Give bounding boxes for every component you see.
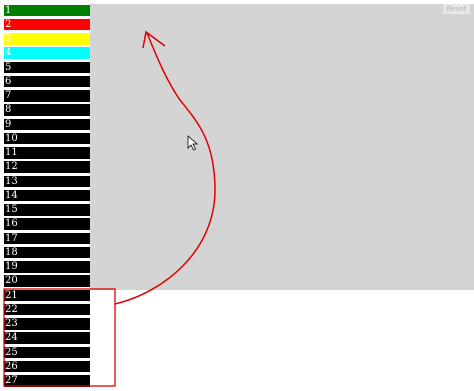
highlight-box	[3, 288, 116, 387]
annotation-layer	[3, 30, 216, 387]
cursor-icon	[187, 135, 199, 151]
annotation-arrow	[114, 32, 216, 305]
arrow-head	[142, 30, 166, 49]
